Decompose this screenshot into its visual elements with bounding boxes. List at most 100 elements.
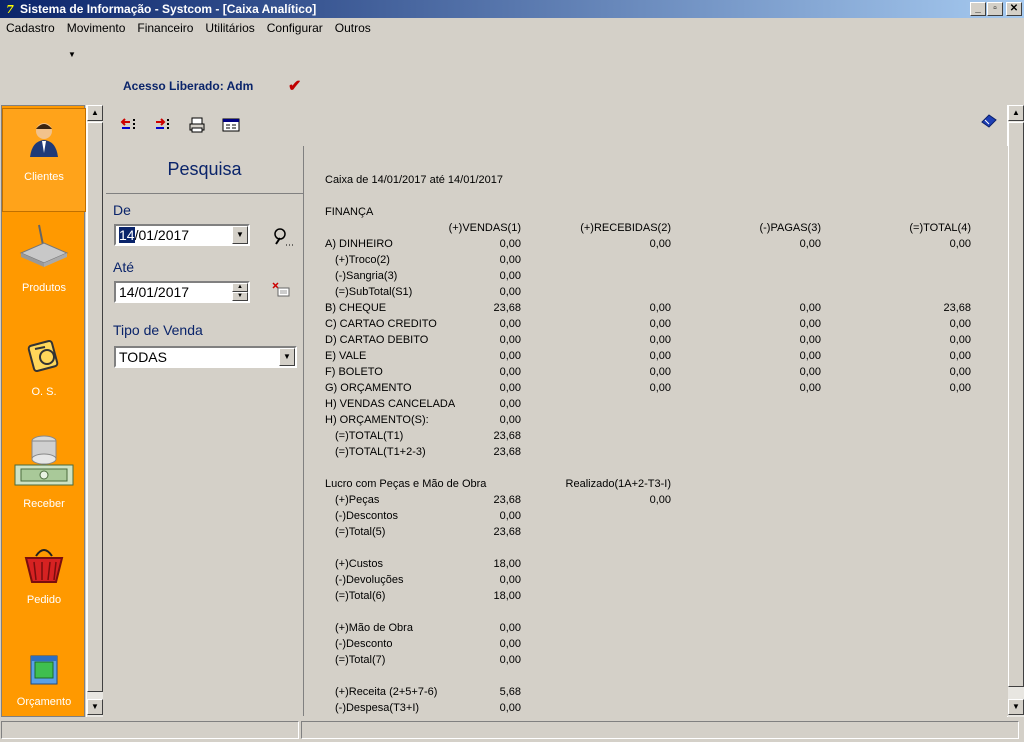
export-icon[interactable] bbox=[218, 112, 244, 138]
sidebar-item-pedido[interactable]: Pedido bbox=[2, 536, 86, 640]
report-cell: 0,00 bbox=[949, 238, 971, 250]
scroll-thumb[interactable] bbox=[1008, 122, 1024, 687]
report-cell: 0,00 bbox=[649, 238, 671, 250]
close-button[interactable]: ✕ bbox=[1006, 2, 1022, 16]
column-header: (+)VENDAS(1) bbox=[448, 222, 521, 234]
sidebar-scrollbar[interactable]: ▲ ▼ bbox=[86, 105, 103, 717]
profit-row-value: 23,68 bbox=[493, 526, 521, 538]
date-spinner[interactable]: ▲ ▼ bbox=[232, 283, 248, 301]
report-cell: 0,00 bbox=[499, 270, 521, 282]
profit-row-value: 18,00 bbox=[493, 590, 521, 602]
menu-cadastro[interactable]: Cadastro bbox=[6, 21, 55, 35]
restore-button[interactable]: ▫ bbox=[987, 2, 1003, 16]
chevron-down-icon[interactable]: ▼ bbox=[232, 226, 248, 244]
report-cell: 0,00 bbox=[949, 350, 971, 362]
report-row-label: D) CARTAO DEBITO bbox=[325, 334, 429, 346]
sidebar-item-os[interactable]: O. S. bbox=[2, 328, 86, 432]
sidebar: Clientes Produtos O. S. Receber Pedido O… bbox=[1, 105, 86, 717]
scroll-up-arrow-icon[interactable]: ▲ bbox=[1008, 105, 1024, 121]
report-scrollbar[interactable]: ▲ ▼ bbox=[1007, 105, 1024, 717]
sale-type-select[interactable]: TODAS ▼ bbox=[114, 346, 297, 368]
report-cell: 0,00 bbox=[949, 318, 971, 330]
menu-configurar[interactable]: Configurar bbox=[267, 21, 323, 35]
menu-financeiro[interactable]: Financeiro bbox=[137, 21, 193, 35]
from-date-field[interactable]: 14/01/2017 ▼ bbox=[114, 224, 250, 246]
previous-icon[interactable] bbox=[116, 112, 142, 138]
report-cell: 0,00 bbox=[649, 366, 671, 378]
report-cell: 0,00 bbox=[649, 302, 671, 314]
app-logo-icon: 7 bbox=[6, 2, 14, 16]
status-bar bbox=[0, 720, 1024, 742]
budget-folder-icon bbox=[14, 646, 74, 694]
sidebar-item-label: Clientes bbox=[24, 171, 64, 183]
sidebar-item-label: Pedido bbox=[26, 594, 62, 606]
report-area: Caixa de 14/01/2017 até 14/01/2017 FINAN… bbox=[306, 146, 1008, 716]
scroll-down-arrow-icon[interactable]: ▼ bbox=[1008, 699, 1024, 715]
report-row-label: (+)Troco(2) bbox=[335, 254, 390, 266]
scroll-up-arrow-icon[interactable]: ▲ bbox=[87, 105, 103, 121]
print-icon[interactable] bbox=[184, 112, 210, 138]
to-date-value: 14/01/2017 bbox=[119, 284, 190, 300]
report-cell: 0,00 bbox=[499, 414, 521, 426]
sale-type-value: TODAS bbox=[119, 349, 167, 365]
report-cell: 0,00 bbox=[499, 238, 521, 250]
minimize-button[interactable]: _ bbox=[970, 2, 986, 16]
to-date-field[interactable]: 14/01/2017 ▲ ▼ bbox=[114, 281, 250, 303]
report-cell: 0,00 bbox=[649, 334, 671, 346]
menu-bar: Cadastro Movimento Financeiro Utilitário… bbox=[0, 18, 1024, 38]
report-row-label: (=)TOTAL(T1+2-3) bbox=[335, 446, 426, 458]
report-cell: 23,68 bbox=[493, 446, 521, 458]
chevron-down-icon[interactable]: ▼ bbox=[279, 348, 295, 366]
report-cell: 0,00 bbox=[499, 254, 521, 266]
report-cell: 0,00 bbox=[649, 350, 671, 362]
report-row-label: (-)Sangria(3) bbox=[335, 270, 398, 282]
sidebar-item-produtos[interactable]: Produtos bbox=[2, 216, 86, 320]
report-cell: 0,00 bbox=[499, 366, 521, 378]
profit-row-value: 0,00 bbox=[499, 702, 521, 714]
report-cell: 23,68 bbox=[943, 302, 971, 314]
status-panel bbox=[1, 721, 299, 739]
section-title: FINANÇA bbox=[325, 206, 374, 218]
profit-title: Lucro com Peças e Mão de Obra bbox=[325, 478, 487, 490]
from-date-day: 14 bbox=[119, 227, 135, 243]
column-header: (+)RECEBIDAS(2) bbox=[580, 222, 671, 234]
menu-outros[interactable]: Outros bbox=[335, 21, 371, 35]
sale-type-label: Tipo de Venda bbox=[113, 322, 203, 338]
from-label: De bbox=[113, 202, 131, 218]
profit-row-label: (-)Desconto bbox=[335, 638, 393, 650]
profit-row-value: 0,00 bbox=[499, 574, 521, 586]
report-cell: 0,00 bbox=[799, 302, 821, 314]
sidebar-item-receber[interactable]: Receber bbox=[2, 424, 86, 528]
title-bar: 7 Sistema de Informação - Systcom - [Cai… bbox=[0, 0, 1024, 18]
search-magnifier-icon[interactable] bbox=[272, 226, 294, 251]
sidebar-item-clientes[interactable]: Clientes bbox=[2, 108, 86, 212]
profit-row-value: 18,00 bbox=[493, 558, 521, 570]
next-icon[interactable] bbox=[150, 112, 176, 138]
report-cell: 0,00 bbox=[499, 350, 521, 362]
profit-row-label: (+)Receita (2+5+7-6) bbox=[335, 686, 438, 698]
menu-movimento[interactable]: Movimento bbox=[67, 21, 126, 35]
report-cell: 23,68 bbox=[493, 430, 521, 442]
report-cell: 0,00 bbox=[799, 318, 821, 330]
profit-row-label: (=)Total(6) bbox=[335, 590, 386, 602]
report-cell: 0,00 bbox=[949, 382, 971, 394]
scroll-thumb[interactable] bbox=[87, 122, 103, 692]
access-status: Acesso Liberado: Adm bbox=[123, 79, 254, 93]
scroll-down-arrow-icon[interactable]: ▼ bbox=[87, 699, 103, 715]
profit-row-value: 0,00 bbox=[499, 510, 521, 522]
profit-row-value: 0,00 bbox=[499, 654, 521, 666]
profit-row-value: 0,00 bbox=[499, 638, 521, 650]
report-cell: 23,68 bbox=[493, 302, 521, 314]
sidebar-item-label: Produtos bbox=[21, 282, 67, 294]
clear-date-icon[interactable] bbox=[272, 282, 290, 301]
eraser-icon[interactable] bbox=[980, 112, 998, 131]
toolbar-dropdown-arrow-icon[interactable]: ▼ bbox=[68, 50, 76, 59]
profit-row-value: 5,68 bbox=[499, 686, 521, 698]
report-cell: 0,00 bbox=[499, 318, 521, 330]
column-header: (-)PAGAS(3) bbox=[759, 222, 821, 234]
menu-utilitarios[interactable]: Utilitários bbox=[205, 21, 254, 35]
report-header: Caixa de 14/01/2017 até 14/01/2017 bbox=[325, 174, 503, 186]
report-cell: 0,00 bbox=[649, 318, 671, 330]
report-cell: 0,00 bbox=[799, 238, 821, 250]
checkmark-icon: ✔ bbox=[288, 78, 302, 95]
